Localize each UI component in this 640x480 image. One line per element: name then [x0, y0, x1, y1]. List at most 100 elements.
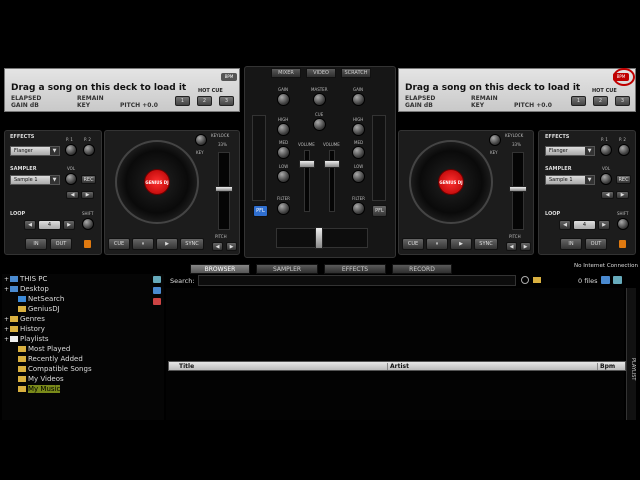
left-vol-knob[interactable] [65, 173, 77, 185]
tree-item[interactable]: NetSearch [12, 295, 64, 303]
right-loop-prev-button[interactable]: ◀ [559, 220, 571, 230]
mixer-left-pfl-button[interactable]: PFL [253, 205, 268, 217]
right-play-button[interactable]: ▶ [450, 238, 472, 250]
right-sync-button[interactable]: SYNC [474, 238, 498, 250]
tab-mixer[interactable]: MIXER [271, 68, 301, 78]
left-loop-value[interactable]: 4 [38, 220, 61, 230]
filter-folder-icon[interactable] [153, 287, 161, 294]
left-play-button[interactable]: ▶ [156, 238, 178, 250]
tab-record[interactable]: RECORD [392, 264, 452, 274]
right-loop-out-button[interactable]: OUT [585, 238, 607, 250]
mixer-right-low-knob[interactable] [352, 170, 365, 183]
left-bpm-badge[interactable]: BPM [221, 73, 237, 81]
left-loop-out-button[interactable]: OUT [50, 238, 72, 250]
mixer-right-pfl-button[interactable]: PFL [372, 205, 387, 217]
left-key-knob[interactable] [195, 134, 207, 146]
tree-item[interactable]: My Music [12, 385, 61, 393]
tree-item[interactable]: Compatible Songs [12, 365, 92, 373]
left-shift-knob[interactable] [82, 218, 94, 230]
left-loop-in-button[interactable]: IN [25, 238, 47, 250]
left-pitch-handle[interactable] [215, 186, 233, 192]
column-artist[interactable]: Artist [387, 363, 409, 370]
column-title[interactable]: Title [179, 363, 194, 370]
left-hot-cue-3[interactable]: 3 [219, 96, 234, 106]
right-pitch-down-button[interactable]: ◀ [506, 242, 517, 251]
right-hot-cue-3[interactable]: 3 [615, 96, 630, 106]
right-p2-knob[interactable] [618, 144, 630, 156]
info-icon[interactable] [613, 276, 622, 284]
mixer-left-low-knob[interactable] [277, 170, 290, 183]
mixer-left-high-knob[interactable] [277, 123, 290, 136]
tree-item[interactable]: + History [4, 325, 45, 333]
mixer-right-volume-handle[interactable] [324, 160, 340, 168]
tree-item[interactable]: Recently Added [12, 355, 83, 363]
tab-browser[interactable]: BROWSER [190, 264, 250, 274]
search-input[interactable] [198, 275, 516, 286]
mixer-right-high-knob[interactable] [352, 123, 365, 136]
right-pause-button[interactable]: ⏸ [426, 238, 448, 250]
remove-folder-icon[interactable] [153, 298, 161, 305]
right-sampler-prev-button[interactable]: ◀ [601, 191, 614, 199]
mixer-left-med-knob[interactable] [277, 146, 290, 159]
left-pause-button[interactable]: ⏸ [132, 238, 154, 250]
right-pitch-up-button[interactable]: ▶ [520, 242, 531, 251]
tab-video[interactable]: VIDEO [306, 68, 336, 78]
left-sampler-select[interactable]: Sample 1 ▼ [10, 175, 60, 185]
mixer-master-knob[interactable] [313, 93, 326, 106]
tree-item[interactable]: GeniusDJ [12, 305, 60, 313]
tree-item[interactable]: + Desktop [4, 285, 49, 293]
mixer-left-volume-handle[interactable] [299, 160, 315, 168]
view-toggle-icon[interactable] [601, 276, 610, 284]
right-effect-select[interactable]: Flanger ▼ [545, 146, 595, 156]
right-rec-button[interactable]: REC [616, 175, 631, 184]
left-sync-button[interactable]: SYNC [180, 238, 204, 250]
mixer-right-gain-knob[interactable] [352, 93, 365, 106]
right-hot-cue-1[interactable]: 1 [571, 96, 586, 106]
right-p1-knob[interactable] [600, 144, 612, 156]
lock-icon[interactable] [619, 240, 626, 248]
tree-item[interactable]: + Genres [4, 315, 45, 323]
left-pitch-up-button[interactable]: ▶ [226, 242, 237, 251]
right-hot-cue-2[interactable]: 2 [593, 96, 608, 106]
right-cue-button[interactable]: CUE [402, 238, 424, 250]
right-pitch-handle[interactable] [509, 186, 527, 192]
left-hot-cue-1[interactable]: 1 [175, 96, 190, 106]
playlist-side-tab[interactable]: PLAYLIST [626, 288, 636, 420]
right-loop-value[interactable]: 4 [573, 220, 596, 230]
left-pitch-down-button[interactable]: ◀ [212, 242, 223, 251]
crossfader-handle[interactable] [315, 227, 323, 249]
left-p1-knob[interactable] [65, 144, 77, 156]
right-key-knob[interactable] [489, 134, 501, 146]
tab-scratch[interactable]: SCRATCH [341, 68, 371, 78]
mixer-left-filter-knob[interactable] [277, 202, 290, 215]
right-vol-knob[interactable] [600, 173, 612, 185]
tree-item[interactable]: My Videos [12, 375, 64, 383]
left-rec-button[interactable]: REC [81, 175, 96, 184]
lock-icon[interactable] [84, 240, 91, 248]
left-cue-button[interactable]: CUE [108, 238, 130, 250]
left-hot-cue-2[interactable]: 2 [197, 96, 212, 106]
left-sampler-play-button[interactable]: ▶ [81, 191, 94, 199]
left-p2-knob[interactable] [83, 144, 95, 156]
right-sampler-select[interactable]: Sample 1 ▼ [545, 175, 595, 185]
left-effect-select[interactable]: Flanger ▼ [10, 146, 60, 156]
right-loop-next-button[interactable]: ▶ [598, 220, 610, 230]
add-folder-icon[interactable] [153, 276, 161, 283]
tree-item[interactable]: + THIS PC [4, 275, 47, 283]
folder-icon[interactable] [533, 277, 541, 283]
right-shift-knob[interactable] [617, 218, 629, 230]
mixer-right-filter-knob[interactable] [352, 202, 365, 215]
left-loop-prev-button[interactable]: ◀ [24, 220, 36, 230]
tree-item[interactable]: Most Played [12, 345, 70, 353]
tree-item[interactable]: + Playlists [4, 335, 49, 343]
tab-sampler[interactable]: SAMPLER [256, 264, 318, 274]
mixer-right-med-knob[interactable] [352, 146, 365, 159]
right-sampler-play-button[interactable]: ▶ [616, 191, 629, 199]
mixer-cue-knob[interactable] [313, 118, 326, 131]
left-sampler-prev-button[interactable]: ◀ [66, 191, 79, 199]
search-options-icon[interactable] [521, 276, 529, 284]
left-loop-next-button[interactable]: ▶ [63, 220, 75, 230]
right-loop-in-button[interactable]: IN [560, 238, 582, 250]
column-bpm[interactable]: Bpm [597, 363, 615, 370]
tab-effects[interactable]: EFFECTS [324, 264, 386, 274]
